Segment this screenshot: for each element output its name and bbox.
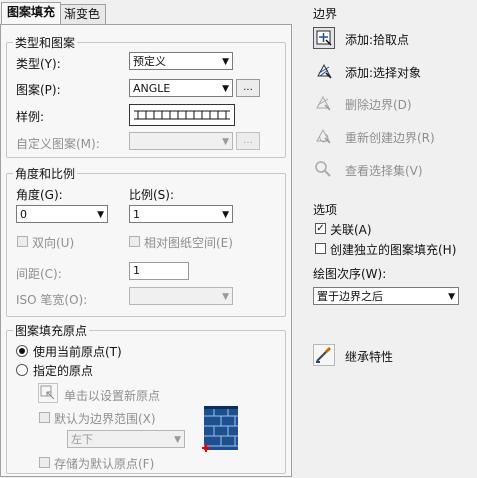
add-select-objects-button[interactable] (313, 60, 335, 82)
crosshair-icon (40, 385, 55, 400)
pattern-select[interactable]: ANGLE ▼ (129, 79, 233, 97)
default-boundary-checkbox[interactable] (39, 412, 50, 423)
draw-order-select[interactable]: 置于边界之后 ▼ (313, 287, 459, 305)
default-boundary-label: 默认为边界范围(X) (54, 412, 156, 426)
pick-point-icon (316, 30, 332, 46)
remove-boundaries-label: 删除边界(D) (345, 98, 412, 112)
type-select[interactable]: 预定义 ▼ (129, 52, 233, 70)
inherit-properties-label[interactable]: 继承特性 (345, 348, 393, 365)
custom-pattern-browse-button[interactable]: ... (236, 132, 260, 150)
sample-label: 样例: (16, 110, 45, 124)
pattern-browse-button[interactable]: ... (236, 79, 260, 97)
magnifier-icon (315, 161, 331, 177)
specified-origin-label: 指定的原点 (33, 364, 94, 378)
angle-pattern-preview (134, 110, 230, 120)
chevron-down-icon: ▼ (174, 435, 181, 445)
add-select-objects-label[interactable]: 添加:选择对象 (345, 64, 421, 81)
angle-label: 角度(G): (16, 188, 63, 202)
sample-preview[interactable] (129, 104, 235, 126)
draw-order-label: 绘图次序(W): (313, 267, 387, 281)
chevron-down-icon: ▼ (222, 84, 229, 94)
origin-position-value: 左下 (71, 433, 93, 446)
draw-order-value: 置于边界之后 (317, 290, 383, 303)
chevron-down-icon: ▼ (222, 210, 229, 220)
remove-boundaries-button[interactable] (313, 93, 335, 115)
angle-select[interactable]: 0 ▼ (16, 205, 108, 223)
click-set-origin-label: 单击以设置新原点 (64, 389, 161, 403)
custom-pattern-select[interactable]: ▼ (129, 132, 233, 150)
pattern-label: 图案(P): (16, 83, 61, 97)
store-default-origin-checkbox[interactable] (39, 457, 50, 468)
double-label: 双向(U) (32, 236, 75, 250)
chevron-down-icon: ▼ (222, 292, 229, 302)
scale-select[interactable]: 1 ▼ (129, 205, 233, 223)
store-default-origin-label: 存储为默认原点(F) (54, 457, 155, 471)
create-separate-hatches-label: 创建独立的图案填充(H) (330, 243, 457, 257)
pattern-value: ANGLE (133, 82, 171, 95)
origin-position-select[interactable]: 左下 ▼ (67, 430, 185, 448)
recreate-boundary-label: 重新创建边界(R) (345, 131, 435, 145)
chevron-down-icon: ▼ (97, 210, 104, 220)
click-set-origin-button[interactable] (38, 383, 58, 403)
iso-pen-width-label: ISO 笔宽(O): (16, 293, 88, 307)
tab-strip: 图案填充 渐变色 (0, 2, 300, 24)
chevron-down-icon: ▼ (222, 137, 229, 147)
use-current-origin-radio[interactable] (16, 345, 28, 357)
select-objects-icon (317, 63, 332, 79)
double-checkbox[interactable] (17, 236, 28, 247)
iso-pen-width-select[interactable]: ▼ (129, 287, 233, 305)
paintbrush-icon (316, 346, 332, 363)
angle-scale-legend: 角度和比例 (15, 167, 76, 181)
remove-boundary-icon (316, 95, 331, 111)
view-selections-label: 查看选择集(V) (345, 164, 423, 178)
spacing-input[interactable]: 1 (129, 262, 189, 280)
type-pattern-legend: 类型和图案 (15, 36, 76, 50)
relative-paperspace-checkbox[interactable] (129, 236, 140, 247)
view-selections-button[interactable] (313, 159, 335, 181)
chevron-down-icon: ▼ (448, 292, 455, 302)
tab-hatch[interactable]: 图案填充 (1, 2, 62, 24)
use-current-origin-label: 使用当前原点(T) (33, 345, 122, 359)
add-pick-points-button[interactable] (313, 27, 335, 49)
add-pick-points-label[interactable]: 添加:拾取点 (345, 31, 409, 48)
type-value: 预定义 (133, 55, 166, 68)
inherit-properties-button[interactable] (313, 344, 335, 366)
create-separate-hatches-checkbox[interactable] (315, 243, 326, 254)
options-title: 选项 (313, 203, 338, 217)
tab-gradient[interactable]: 渐变色 (58, 4, 107, 24)
specified-origin-radio[interactable] (16, 364, 28, 376)
spacing-label: 间距(C): (16, 267, 62, 281)
hatch-origin-legend: 图案填充原点 (15, 324, 88, 338)
boundary-title: 边界 (313, 7, 338, 21)
associative-label: 关联(A) (330, 223, 372, 237)
scale-value: 1 (133, 208, 140, 221)
associative-checkbox[interactable]: ✓ (315, 223, 326, 234)
recreate-boundary-button[interactable] (313, 126, 335, 148)
brick-origin-preview (202, 404, 240, 454)
relative-paperspace-label: 相对图纸空间(E) (144, 236, 233, 250)
angle-value: 0 (20, 208, 27, 221)
recreate-boundary-icon (316, 128, 331, 144)
type-label: 类型(Y): (16, 57, 61, 71)
chevron-down-icon: ▼ (222, 57, 229, 67)
scale-label: 比例(S): (129, 188, 175, 202)
custom-pattern-label: 自定义图案(M): (16, 137, 100, 151)
brick-pattern-icon (202, 406, 238, 452)
